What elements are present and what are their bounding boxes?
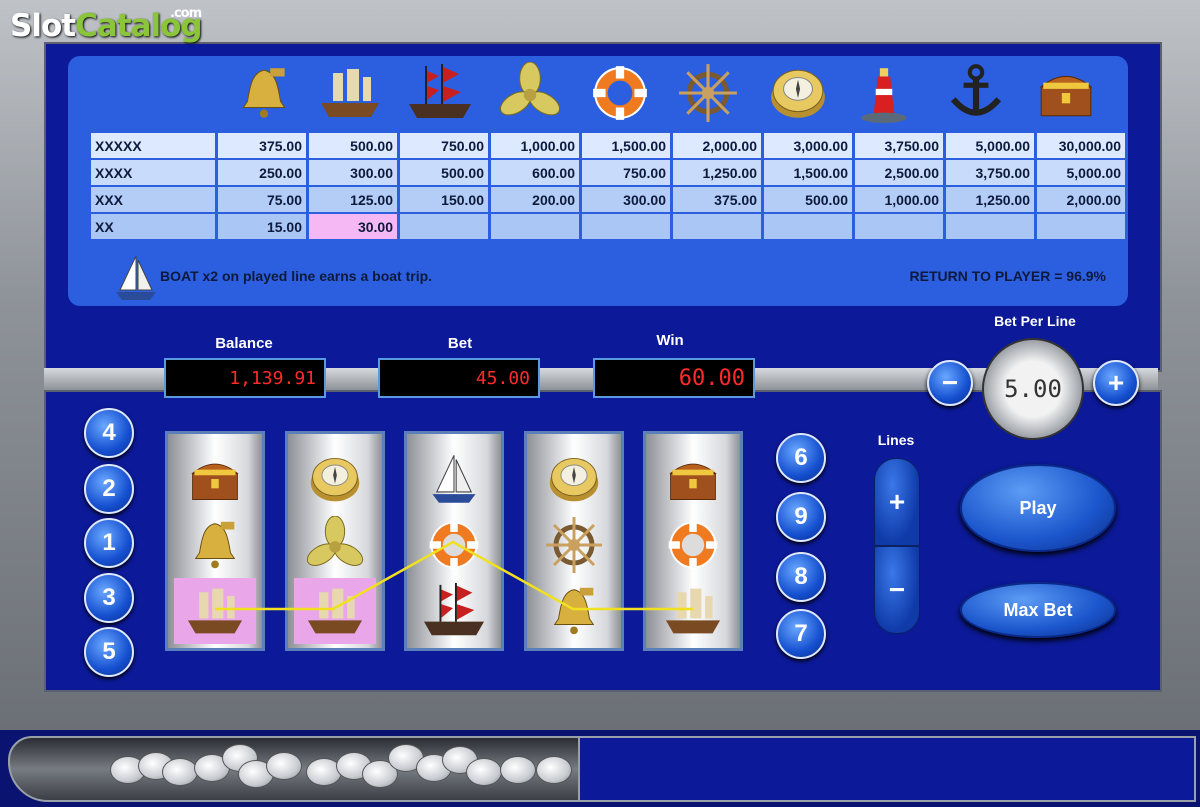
lines-decrease-button[interactable]: − [874,546,920,634]
play-button[interactable]: Play [960,464,1116,552]
max-bet-button[interactable]: Max Bet [960,582,1116,638]
lines-increase-button[interactable]: + [874,458,920,546]
winning-payline [215,540,693,611]
coin-icon [536,756,572,784]
message-bar [578,736,1196,802]
coin-tray [8,736,580,802]
coin-icon [500,756,536,784]
lines-label: Lines [877,432,915,448]
coin-icon [466,758,502,786]
coin-icon [266,752,302,780]
coin-icon [162,758,198,786]
